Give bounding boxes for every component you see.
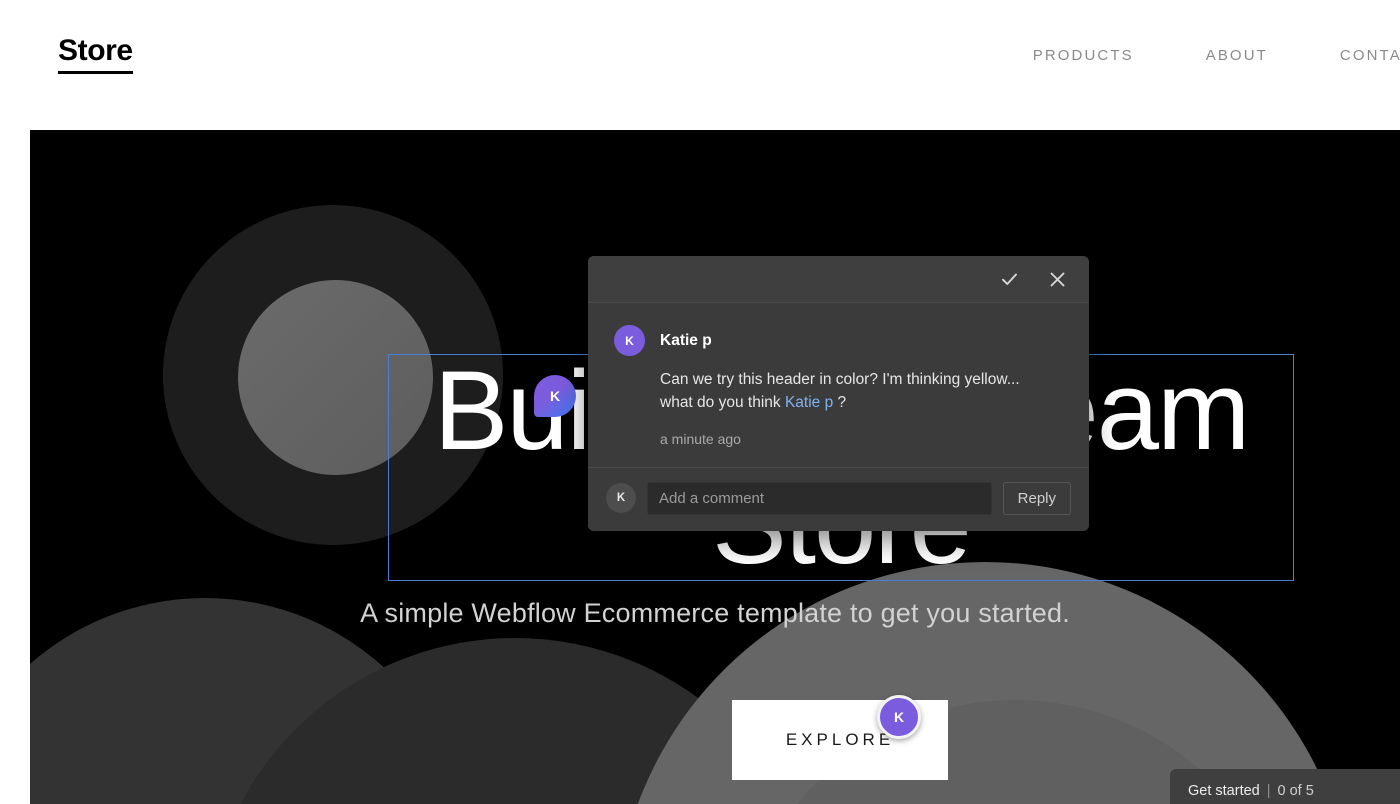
- site-logo[interactable]: Store: [58, 36, 133, 74]
- main-navigation: PRODUCTS ABOUT CONTACT: [997, 47, 1400, 64]
- comment-composer: K Reply: [588, 466, 1089, 531]
- avatar-initial: K: [625, 333, 634, 348]
- nav-item-products[interactable]: PRODUCTS: [997, 47, 1170, 64]
- comment-thread: K Katie p Can we try this header in colo…: [588, 303, 1089, 467]
- comment-popup-header: [588, 256, 1089, 303]
- comment-author-row: K Katie p: [614, 325, 1063, 356]
- resolve-check-icon[interactable]: [995, 265, 1023, 293]
- get-started-panel-content: Get started | 0 of 5: [1170, 769, 1400, 799]
- comment-timestamp: a minute ago: [660, 430, 741, 447]
- get-started-separator: |: [1266, 783, 1271, 799]
- comment-pin-cta[interactable]: K: [877, 695, 921, 739]
- avatar: K: [614, 325, 645, 356]
- reply-button[interactable]: Reply: [1002, 481, 1071, 515]
- avatar-initial: K: [616, 492, 626, 505]
- add-comment-input[interactable]: [647, 481, 992, 515]
- get-started-title: Get started: [1188, 783, 1260, 799]
- nav-item-contact[interactable]: CONTACT: [1304, 47, 1400, 64]
- hero-subheading: A simple Webflow Ecommerce template to g…: [360, 598, 1070, 628]
- get-started-progress: 0 of 5: [1277, 783, 1314, 799]
- comment-author-name: Katie p: [660, 331, 712, 349]
- comment-pin-initial: K: [549, 388, 561, 404]
- comment-pin-heading[interactable]: K: [534, 375, 576, 417]
- comment-body: Can we try this header in color? I'm thi…: [660, 369, 1030, 415]
- page-root: Store PRODUCTS ABOUT CONTACT Build your …: [0, 0, 1400, 804]
- comment-mention-link[interactable]: Katie p: [785, 394, 833, 411]
- comment-popup: K Katie p Can we try this header in colo…: [588, 256, 1089, 531]
- nav-item-about[interactable]: ABOUT: [1170, 47, 1304, 64]
- close-icon[interactable]: [1043, 265, 1071, 293]
- get-started-panel[interactable]: Get started | 0 of 5: [1170, 769, 1400, 804]
- comment-text-after: ?: [833, 393, 847, 411]
- site-header: Store PRODUCTS ABOUT CONTACT: [0, 0, 1400, 110]
- comment-pin-initial: K: [893, 709, 905, 725]
- composer-avatar: K: [606, 483, 636, 514]
